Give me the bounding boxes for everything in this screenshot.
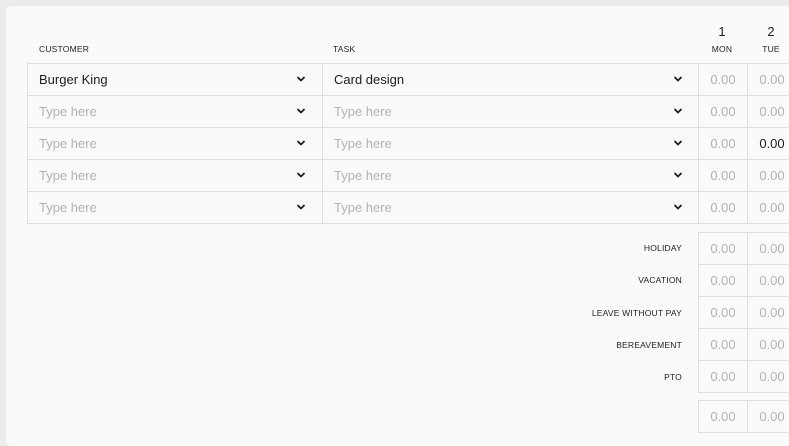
chevron-down-icon[interactable] — [673, 106, 683, 116]
chevron-down-icon[interactable] — [296, 106, 306, 116]
task-select[interactable]: Type here — [322, 159, 699, 192]
leave-hours-mon[interactable]: 0.00 — [698, 360, 748, 393]
customer-select[interactable]: Burger King — [27, 63, 323, 96]
chevron-down-icon[interactable] — [673, 170, 683, 180]
task-select[interactable]: Type here — [322, 191, 699, 224]
task-select[interactable]: Type here — [322, 127, 699, 160]
task-select[interactable]: Type here — [322, 95, 699, 128]
hours-input-mon[interactable]: 0.00 — [698, 95, 748, 128]
hours-input-mon[interactable]: 0.00 — [698, 159, 748, 192]
hours-input-tue[interactable]: 0.00 — [747, 63, 789, 96]
hours-input-tue[interactable]: 0.00 — [747, 191, 789, 224]
chevron-down-icon[interactable] — [296, 202, 306, 212]
customer-select[interactable]: Type here — [27, 127, 323, 160]
timesheet-card: CUSTOMER TASK 1 MON 2 TUE Burger King Ca… — [6, 6, 789, 446]
task-value: Card design — [334, 72, 405, 87]
customer-placeholder: Type here — [39, 168, 97, 183]
leave-hours-tue[interactable]: 0.00 — [747, 360, 789, 393]
customer-placeholder: Type here — [39, 200, 97, 215]
customer-value: Burger King — [39, 72, 108, 87]
leave-label-leave-without-pay: LEAVE WITHOUT PAY — [591, 308, 682, 318]
chevron-down-icon[interactable] — [296, 170, 306, 180]
customer-select[interactable]: Type here — [27, 159, 323, 192]
chevron-down-icon[interactable] — [296, 74, 306, 84]
hours-input-mon[interactable]: 0.00 — [698, 191, 748, 224]
task-placeholder: Type here — [334, 104, 392, 119]
customer-placeholder: Type here — [39, 104, 97, 119]
chevron-down-icon[interactable] — [673, 138, 683, 148]
leave-hours-mon[interactable]: 0.00 — [698, 328, 748, 361]
leave-hours-tue[interactable]: 0.00 — [747, 264, 789, 297]
task-placeholder: Type here — [334, 168, 392, 183]
hours-input-mon[interactable]: 0.00 — [698, 127, 748, 160]
task-column-header: TASK — [333, 44, 356, 54]
chevron-down-icon[interactable] — [673, 74, 683, 84]
customer-placeholder: Type here — [39, 136, 97, 151]
leave-label-holiday: HOLIDAY — [643, 243, 682, 253]
task-placeholder: Type here — [334, 200, 392, 215]
leave-hours-mon[interactable]: 0.00 — [698, 264, 748, 297]
chevron-down-icon[interactable] — [673, 202, 683, 212]
leave-label-pto: PTO — [664, 372, 682, 382]
day-tue-number: 2 — [767, 24, 775, 39]
hours-input-tue[interactable]: 0.00 — [747, 95, 789, 128]
hours-input-tue[interactable]: 0.00 — [747, 127, 789, 160]
leave-hours-tue[interactable]: 0.00 — [747, 296, 789, 329]
leave-hours-tue[interactable]: 0.00 — [747, 328, 789, 361]
leave-label-bereavement: BEREAVEMENT — [616, 340, 682, 350]
task-placeholder: Type here — [334, 136, 392, 151]
leave-hours-tue[interactable]: 0.00 — [747, 232, 789, 265]
day-mon-name: MON — [711, 44, 733, 54]
leave-hours-mon[interactable]: 0.00 — [698, 232, 748, 265]
hours-input-tue[interactable]: 0.00 — [747, 159, 789, 192]
leave-hours-mon[interactable]: 0.00 — [698, 296, 748, 329]
total-hours-tue: 0.00 — [747, 400, 789, 433]
chevron-down-icon[interactable] — [296, 138, 306, 148]
customer-select[interactable]: Type here — [27, 191, 323, 224]
total-hours-mon: 0.00 — [698, 400, 748, 433]
day-tue-name: TUE — [762, 44, 780, 54]
customer-select[interactable]: Type here — [27, 95, 323, 128]
leave-label-vacation: VACATION — [638, 275, 682, 285]
day-mon-number: 1 — [718, 24, 726, 39]
task-select[interactable]: Card design — [322, 63, 699, 96]
customer-column-header: CUSTOMER — [39, 44, 90, 54]
hours-input-mon[interactable]: 0.00 — [698, 63, 748, 96]
